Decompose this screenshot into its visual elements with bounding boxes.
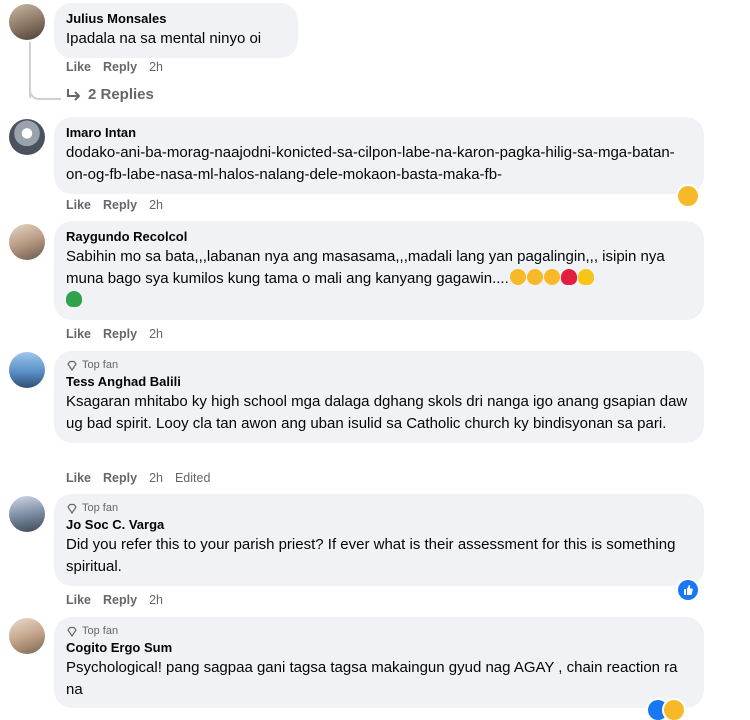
avatar[interactable]	[9, 224, 45, 260]
comment-author[interactable]: Raygundo Recolcol	[66, 228, 692, 246]
thread-connector-curve	[29, 80, 61, 100]
view-replies-button[interactable]: 2 Replies	[66, 86, 154, 103]
red-heart-icon	[560, 269, 577, 285]
comment-text: Ipadala na sa mental ninyo oi	[66, 30, 262, 47]
avatar[interactable]	[9, 4, 45, 40]
top-fan-badge: Top fan	[66, 624, 692, 639]
comment-author[interactable]: Cogito Ergo Sum	[66, 639, 692, 657]
comment-author[interactable]: Imaro Intan	[66, 124, 692, 142]
comment-bubble: Imaro Intan dodako-ani-ba-morag-naajodni…	[54, 117, 704, 194]
comment-time[interactable]: 2h	[149, 327, 163, 341]
top-fan-label: Top fan	[82, 359, 119, 371]
edited-label: Edited	[174, 471, 211, 485]
laugh-reaction-icon[interactable]	[664, 700, 684, 720]
comment-time[interactable]: 2h	[149, 593, 163, 607]
green-heart-icon	[66, 291, 82, 307]
comment-actions: Like Reply 2h	[66, 593, 163, 607]
reply-arrow-icon	[67, 88, 81, 101]
top-fan-badge: Top fan	[66, 501, 692, 516]
kiss-emoji-icon	[543, 269, 560, 285]
like-button[interactable]: Like	[66, 198, 91, 212]
comment-text: Did you refer this to your parish priest…	[66, 536, 680, 575]
comment-text: dodako-ani-ba-morag-naajodni-konicted-sa…	[66, 144, 675, 183]
reply-button[interactable]: Reply	[103, 593, 137, 607]
reply-button[interactable]: Reply	[103, 327, 137, 341]
comment-author[interactable]: Jo Soc C. Varga	[66, 516, 692, 534]
comment-bubble: Raygundo Recolcol Sabihin mo sa bata,,,l…	[54, 221, 704, 320]
avatar[interactable]	[9, 352, 45, 388]
replies-count: 2 Replies	[88, 86, 154, 103]
avatar[interactable]	[9, 119, 45, 155]
comment-text: Sabihin mo sa bata,,,labanan nya ang mas…	[66, 246, 692, 312]
like-button[interactable]: Like	[66, 593, 91, 607]
reply-button[interactable]: Reply	[103, 198, 137, 212]
reply-button[interactable]: Reply	[103, 471, 137, 485]
comment-actions: Like Reply 2h	[66, 60, 163, 74]
comment-author[interactable]: Julius Monsales	[66, 10, 286, 28]
like-button[interactable]: Like	[66, 60, 91, 74]
comment-actions: Like Reply 2h	[66, 327, 163, 341]
kiss-emoji-icon	[509, 269, 526, 285]
top-fan-label: Top fan	[82, 502, 119, 514]
comment-bubble: Top fan Jo Soc C. Varga Did you refer th…	[54, 494, 704, 586]
comment-actions: Like Reply 2h	[66, 198, 163, 212]
comment-time[interactable]: 2h	[149, 471, 163, 485]
laugh-reaction-icon[interactable]	[678, 186, 698, 206]
comment-bubble: Top fan Tess Anghad Balili Ksagaran mhit…	[54, 351, 704, 443]
comment-author[interactable]: Tess Anghad Balili	[66, 373, 692, 391]
reply-button[interactable]: Reply	[103, 60, 137, 74]
like-reaction-icon[interactable]	[678, 580, 698, 600]
diamond-icon	[67, 360, 77, 371]
kiss-emoji-icon	[526, 269, 543, 285]
like-button[interactable]: Like	[66, 471, 91, 485]
top-fan-label: Top fan	[82, 625, 119, 637]
comment-actions: Like Reply 2h Edited	[66, 471, 210, 485]
comment-text: Ksagaran mhitabo ky high school mga dala…	[66, 393, 692, 432]
yellow-heart-icon	[577, 269, 594, 285]
comment-time[interactable]: 2h	[149, 60, 163, 74]
comment-time[interactable]: 2h	[149, 198, 163, 212]
diamond-icon	[67, 503, 77, 514]
like-button[interactable]: Like	[66, 327, 91, 341]
avatar[interactable]	[9, 496, 45, 532]
comment-bubble: Top fan Cogito Ergo Sum Psychological! p…	[54, 617, 704, 708]
diamond-icon	[67, 626, 77, 637]
avatar[interactable]	[9, 618, 45, 654]
top-fan-badge: Top fan	[66, 358, 692, 373]
comment-bubble: Julius Monsales Ipadala na sa mental nin…	[54, 3, 298, 58]
thumbs-up-icon	[684, 585, 693, 595]
comment-text: Psychological! pang sagpaa gani tagsa ta…	[66, 659, 682, 698]
